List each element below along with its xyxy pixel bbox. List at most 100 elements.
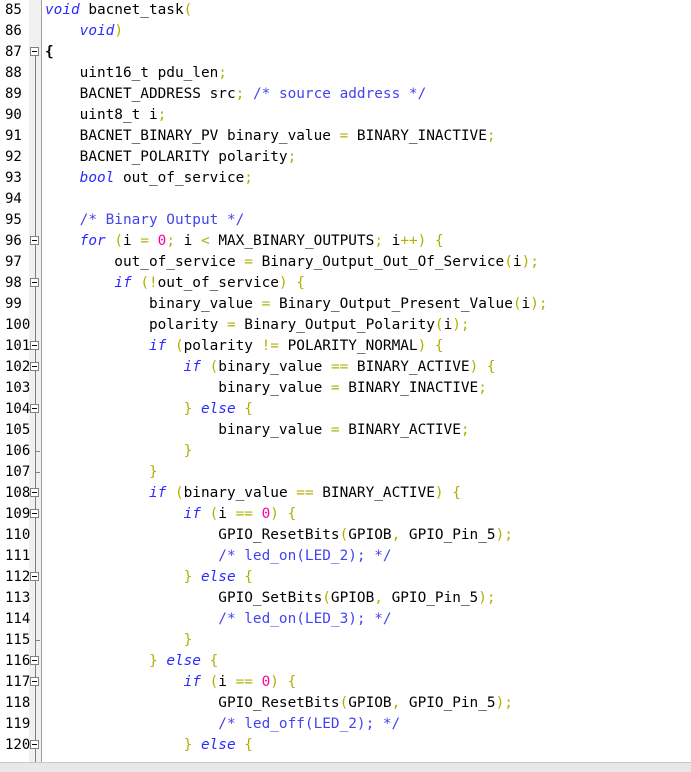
fold-end-marker [35,472,40,473]
fold-toggle-icon[interactable] [30,656,39,665]
fold-toggle-icon[interactable] [30,278,39,287]
code-line[interactable]: 109 if (i == 0) { [0,504,691,525]
fold-toggle-icon[interactable] [30,740,39,749]
code-text[interactable]: void) [45,21,123,42]
code-line[interactable]: 114 /* led_on(LED_3); */ [0,609,691,630]
line-number: 85 [5,2,22,18]
fold-toggle-icon[interactable] [30,488,39,497]
code-line[interactable]: 86 void) [0,21,691,42]
code-line[interactable]: 90 uint8_t i; [0,105,691,126]
code-text[interactable]: if (polarity != POLARITY_NORMAL) { [45,336,444,357]
line-number: 102 [5,359,31,375]
line-number: 86 [5,23,22,39]
fold-toggle-icon[interactable] [30,572,39,581]
line-number: 112 [5,569,31,585]
code-text[interactable]: uint16_t pdu_len; [45,63,227,84]
code-text[interactable]: if (!out_of_service) { [45,273,305,294]
code-text[interactable]: } else { [45,735,253,756]
code-text[interactable]: /* led_on(LED_3); */ [45,609,391,630]
code-text[interactable]: } [45,462,158,483]
code-line[interactable]: 113 GPIO_SetBits(GPIOB, GPIO_Pin_5); [0,588,691,609]
code-line[interactable]: 112 } else { [0,567,691,588]
code-text[interactable]: } [45,441,193,462]
code-line[interactable]: 101 if (polarity != POLARITY_NORMAL) { [0,336,691,357]
fold-toggle-icon[interactable] [30,341,39,350]
code-text[interactable]: bool out_of_service; [45,168,253,189]
line-number: 99 [5,296,22,312]
code-line[interactable]: 116 } else { [0,651,691,672]
code-line[interactable]: 111 /* led_on(LED_2); */ [0,546,691,567]
code-text[interactable]: binary_value = Binary_Output_Present_Val… [45,294,548,315]
code-line[interactable]: 100 polarity = Binary_Output_Polarity(i)… [0,315,691,336]
code-text[interactable]: GPIO_ResetBits(GPIOB, GPIO_Pin_5); [45,525,513,546]
code-line[interactable]: 92 BACNET_POLARITY polarity; [0,147,691,168]
code-line[interactable]: 94 [0,189,691,210]
line-number: 95 [5,212,22,228]
code-text[interactable]: for (i = 0; i < MAX_BINARY_OUTPUTS; i++)… [45,231,444,252]
code-line[interactable]: 117 if (i == 0) { [0,672,691,693]
code-line[interactable]: 107 } [0,462,691,483]
code-line[interactable]: 96 for (i = 0; i < MAX_BINARY_OUTPUTS; i… [0,231,691,252]
code-line[interactable]: 103 binary_value = BINARY_INACTIVE; [0,378,691,399]
fold-toggle-icon[interactable] [30,677,39,686]
code-line[interactable]: 119 /* led_off(LED_2); */ [0,714,691,735]
code-text[interactable]: void bacnet_task( [45,0,192,21]
code-text[interactable]: BACNET_POLARITY polarity; [45,147,297,168]
code-text[interactable]: if (i == 0) { [45,672,297,693]
line-number: 96 [5,233,22,249]
code-line[interactable]: 95 /* Binary Output */ [0,210,691,231]
code-text[interactable]: } else { [45,567,253,588]
code-line[interactable]: 104 } else { [0,399,691,420]
code-text[interactable]: binary_value = BINARY_INACTIVE; [45,378,487,399]
code-line[interactable]: 93 bool out_of_service; [0,168,691,189]
code-line[interactable]: 87 { [0,42,691,63]
code-line[interactable]: 88 uint16_t pdu_len; [0,63,691,84]
code-text[interactable]: BACNET_ADDRESS src; /* source address */ [45,84,427,105]
code-line[interactable]: 85 void bacnet_task( [0,0,691,21]
line-number: 111 [5,548,31,564]
fold-end-marker [35,451,40,452]
code-line[interactable]: 108 if (binary_value == BINARY_ACTIVE) { [0,483,691,504]
code-line[interactable]: 106 } [0,441,691,462]
fold-toggle-icon[interactable] [30,509,39,518]
code-line[interactable]: 91 BACNET_BINARY_PV binary_value = BINAR… [0,126,691,147]
code-text[interactable]: uint8_t i; [45,105,167,126]
code-text[interactable]: polarity = Binary_Output_Polarity(i); [45,315,470,336]
code-line[interactable]: 89 BACNET_ADDRESS src; /* source address… [0,84,691,105]
code-text[interactable]: /* led_off(LED_2); */ [45,714,400,735]
line-number: 120 [5,737,31,753]
line-number: 94 [5,191,22,207]
code-text[interactable]: /* Binary Output */ [45,210,245,231]
code-line[interactable]: 99 binary_value = Binary_Output_Present_… [0,294,691,315]
code-text[interactable]: out_of_service = Binary_Output_Out_Of_Se… [45,252,539,273]
code-text[interactable]: if (binary_value == BINARY_ACTIVE) { [45,483,461,504]
code-line[interactable]: 98 if (!out_of_service) { [0,273,691,294]
fold-toggle-icon[interactable] [30,236,39,245]
code-line[interactable]: 102 if (binary_value == BINARY_ACTIVE) { [0,357,691,378]
code-text[interactable]: } else { [45,651,218,672]
fold-toggle-icon[interactable] [30,404,39,413]
fold-toggle-icon[interactable] [30,47,39,56]
horizontal-scrollbar[interactable] [0,762,691,772]
code-text[interactable]: { [45,42,54,63]
code-text[interactable]: BACNET_BINARY_PV binary_value = BINARY_I… [45,126,496,147]
code-line[interactable]: 118 GPIO_ResetBits(GPIOB, GPIO_Pin_5); [0,693,691,714]
code-text[interactable]: GPIO_ResetBits(GPIOB, GPIO_Pin_5); [45,693,513,714]
line-number: 100 [5,317,31,333]
code-text[interactable]: /* led_on(LED_2); */ [45,546,391,567]
code-text[interactable]: binary_value = BINARY_ACTIVE; [45,420,469,441]
line-number: 114 [5,611,31,627]
code-text[interactable]: if (i == 0) { [45,504,297,525]
code-line[interactable]: 115 } [0,630,691,651]
code-text[interactable]: } else { [45,399,253,420]
code-editor[interactable]: 85 void bacnet_task(86 void) 87{88 uint16_… [0,0,691,772]
code-text[interactable]: if (binary_value == BINARY_ACTIVE) { [45,357,496,378]
fold-toggle-icon[interactable] [30,362,39,371]
line-number: 108 [5,485,31,501]
code-text[interactable]: } [45,630,193,651]
code-line[interactable]: 120 } else { [0,735,691,756]
code-line[interactable]: 97 out_of_service = Binary_Output_Out_Of… [0,252,691,273]
code-line[interactable]: 105 binary_value = BINARY_ACTIVE; [0,420,691,441]
code-line[interactable]: 110 GPIO_ResetBits(GPIOB, GPIO_Pin_5); [0,525,691,546]
code-text[interactable]: GPIO_SetBits(GPIOB, GPIO_Pin_5); [45,588,495,609]
